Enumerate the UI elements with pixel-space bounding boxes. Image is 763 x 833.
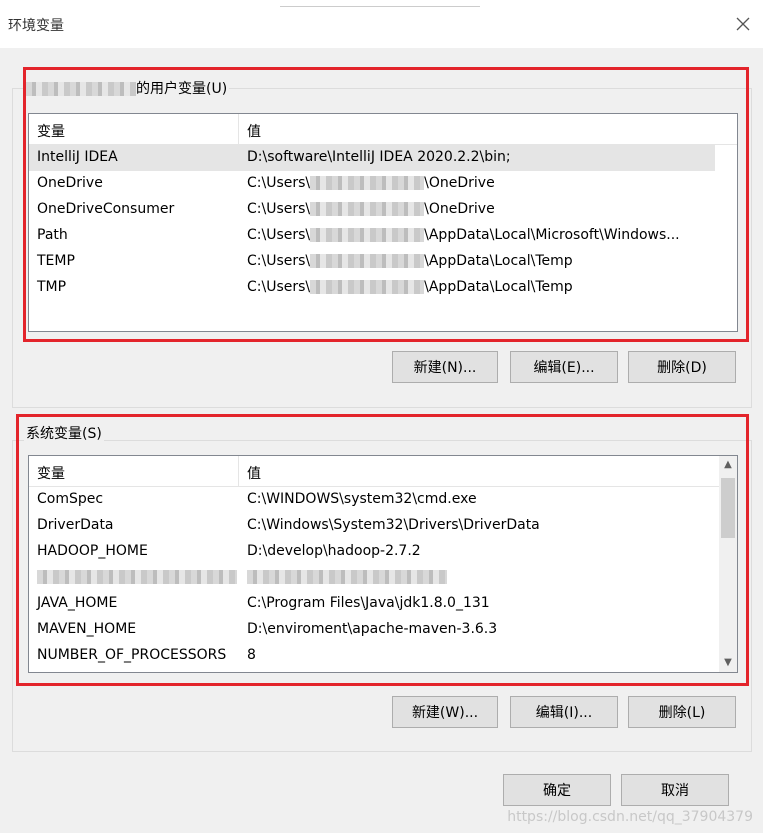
table-row[interactable]: OneDrive C:\Users\ \OneDrive <box>29 171 715 197</box>
system-delete-button[interactable]: 删除(L) <box>628 696 736 728</box>
header-value[interactable]: 值 <box>247 121 261 141</box>
redacted-text <box>310 280 425 294</box>
table-row[interactable]: JAVA_HOME C:\Program Files\Java\jdk1.8.0… <box>29 591 715 617</box>
system-new-button[interactable]: 新建(W)... <box>392 696 498 728</box>
close-icon[interactable] <box>731 12 755 36</box>
header-variable[interactable]: 变量 <box>37 463 65 483</box>
cancel-button[interactable]: 取消 <box>621 774 729 806</box>
scrollbar-thumb[interactable] <box>721 478 735 538</box>
system-vars-label: 系统变量(S) <box>24 423 104 443</box>
table-row[interactable]: IntelliJ IDEA D:\software\IntelliJ IDEA … <box>29 145 715 171</box>
column-separator[interactable] <box>238 456 239 486</box>
watermark: https://blog.csdn.net/qq_37904379 <box>507 809 753 825</box>
system-vars-list[interactable]: 变量 值 ComSpec C:\WINDOWS\system32\cmd.exe… <box>28 455 738 673</box>
redacted-username <box>26 82 136 96</box>
user-new-button[interactable]: 新建(N)... <box>392 351 498 383</box>
header-value[interactable]: 值 <box>247 463 261 483</box>
table-row[interactable]: DriverData C:\Windows\System32\Drivers\D… <box>29 513 715 539</box>
title-bar: 环境变量 <box>0 0 763 48</box>
redacted-text <box>310 202 425 216</box>
table-row-redacted[interactable] <box>29 565 715 591</box>
user-vars-label: 的用户变量(U) <box>24 78 230 98</box>
user-edit-button[interactable]: 编辑(E)... <box>510 351 618 383</box>
system-edit-button[interactable]: 编辑(I)... <box>510 696 618 728</box>
table-row[interactable]: HADOOP_HOME D:\develop\hadoop-2.7.2 <box>29 539 715 565</box>
vertical-scrollbar[interactable]: ▲ ▼ <box>719 456 737 672</box>
column-separator[interactable] <box>238 114 239 144</box>
table-row[interactable]: NUMBER_OF_PROCESSORS 8 <box>29 643 715 669</box>
user-vars-list[interactable]: 变量 值 IntelliJ IDEA D:\software\IntelliJ … <box>28 113 738 332</box>
redacted-text <box>247 570 447 584</box>
window-title: 环境变量 <box>8 18 64 34</box>
redacted-text <box>310 228 425 242</box>
ok-button[interactable]: 确定 <box>503 774 611 806</box>
table-row[interactable]: OneDriveConsumer C:\Users\ \OneDrive <box>29 197 715 223</box>
table-row[interactable]: TMP C:\Users\ \AppData\Local\Temp <box>29 275 715 301</box>
header-variable[interactable]: 变量 <box>37 121 65 141</box>
table-row[interactable]: TEMP C:\Users\ \AppData\Local\Temp <box>29 249 715 275</box>
table-row[interactable]: ComSpec C:\WINDOWS\system32\cmd.exe <box>29 487 715 513</box>
redacted-text <box>37 570 237 584</box>
chevron-down-icon[interactable]: ▼ <box>719 654 737 672</box>
background-window-strip <box>280 0 480 7</box>
redacted-text <box>310 176 425 190</box>
table-row[interactable]: Path C:\Users\ \AppData\Local\Microsoft\W… <box>29 223 715 249</box>
list-header: 变量 值 <box>29 456 719 487</box>
redacted-text <box>310 254 425 268</box>
list-header: 变量 值 <box>29 114 737 145</box>
table-row[interactable]: MAVEN_HOME D:\enviroment\apache-maven-3.… <box>29 617 715 643</box>
chevron-up-icon[interactable]: ▲ <box>719 456 737 474</box>
user-delete-button[interactable]: 删除(D) <box>628 351 736 383</box>
